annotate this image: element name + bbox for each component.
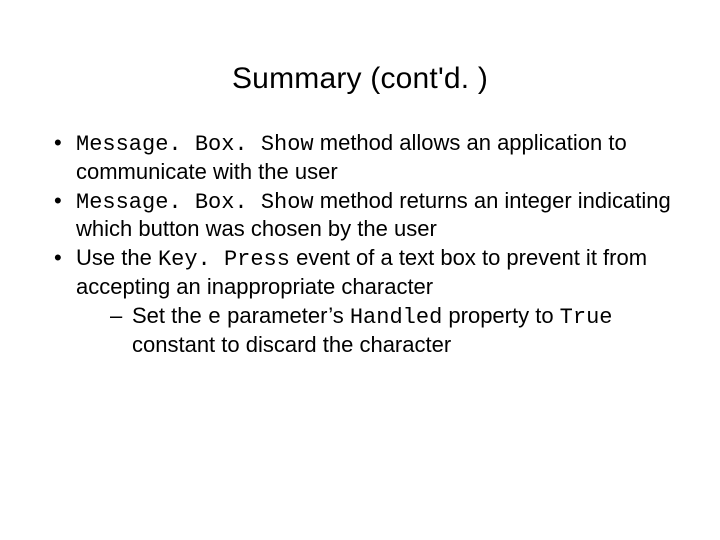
bullet-list: Message. Box. Show method allows an appl… <box>48 130 672 359</box>
code-span: True <box>560 305 613 330</box>
code-span: Key. Press <box>158 247 290 272</box>
sub-bullet-list: Set the e parameter’s Handled property t… <box>76 303 672 359</box>
code-span: Message. Box. Show <box>76 190 314 215</box>
code-span: Handled <box>350 305 442 330</box>
sub-text: property to <box>442 303 559 328</box>
code-span: Message. Box. Show <box>76 132 314 157</box>
slide-title: Summary (cont'd. ) <box>0 62 720 96</box>
sub-text: constant to discard the character <box>132 332 451 357</box>
sub-bullet-item: Set the e parameter’s Handled property t… <box>110 303 672 359</box>
bullet-item: Use the Key. Press event of a text box t… <box>48 245 672 358</box>
slide: Summary (cont'd. ) Message. Box. Show me… <box>0 62 720 540</box>
bullet-item: Message. Box. Show method allows an appl… <box>48 130 672 186</box>
sub-text: Set the <box>132 303 208 328</box>
sub-text: parameter’s <box>221 303 350 328</box>
code-span: e <box>208 305 221 330</box>
bullet-text: Use the <box>76 245 158 270</box>
slide-body: Message. Box. Show method allows an appl… <box>0 130 720 359</box>
bullet-item: Message. Box. Show method returns an int… <box>48 188 672 244</box>
